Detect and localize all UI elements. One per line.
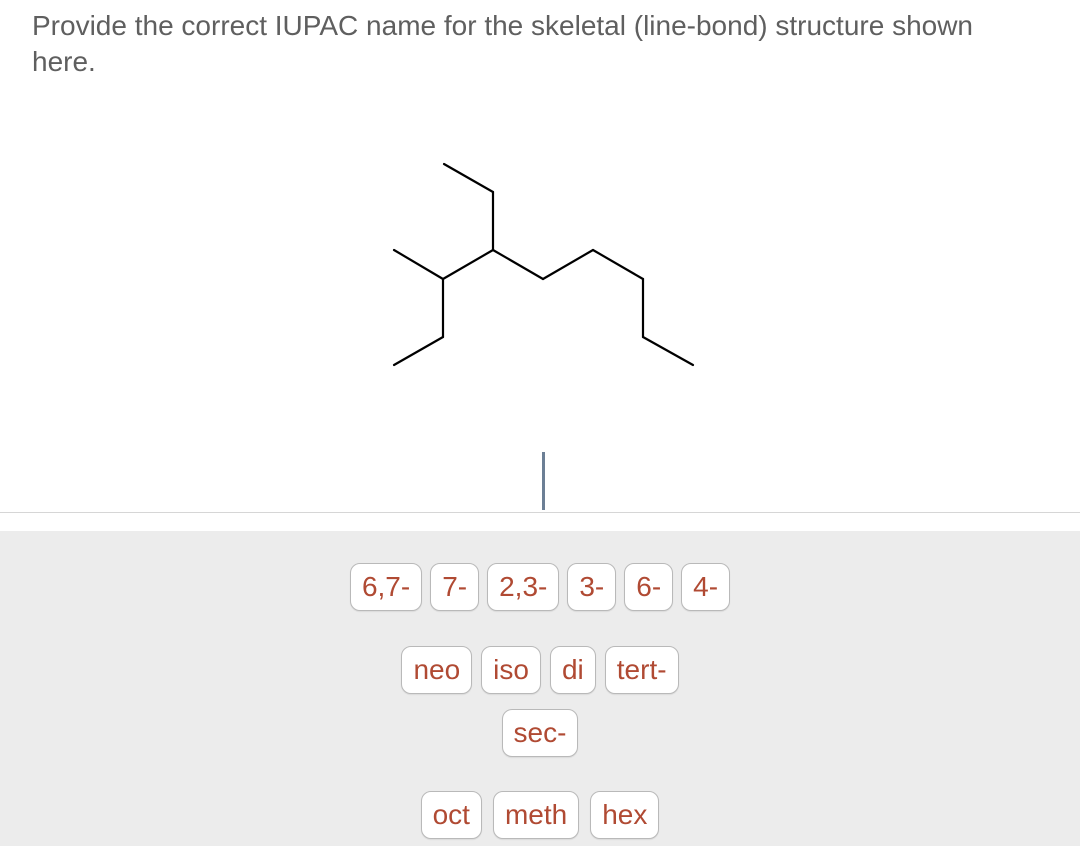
locant-tiles-row: 6,7- 7- 2,3- 3- 6- 4- (0, 563, 1080, 611)
answer-drop-area[interactable] (0, 440, 1080, 513)
tile-3[interactable]: 3- (567, 563, 617, 611)
tile-di[interactable]: di (549, 646, 596, 694)
tile-meth[interactable]: meth (492, 791, 580, 839)
tile-neo[interactable]: neo (401, 646, 473, 694)
tile-2-3[interactable]: 2,3- (487, 563, 560, 611)
tile-hex[interactable]: hex (590, 791, 660, 839)
tile-6[interactable]: 6- (624, 563, 674, 611)
tile-6-7[interactable]: 6,7- (349, 563, 423, 611)
tile-tray: 6,7- 7- 2,3- 3- 6- 4- neo iso di tert- s… (0, 531, 1080, 846)
bond (392, 248, 445, 281)
root-tiles-row: oct meth hex (0, 791, 1080, 839)
bond (641, 335, 695, 367)
tile-tert[interactable]: tert- (604, 646, 679, 694)
skeletal-structure (392, 162, 695, 367)
tile-7[interactable]: 7- (430, 563, 480, 611)
text-cursor (542, 452, 545, 510)
bond (591, 248, 645, 281)
bond (442, 162, 495, 194)
prefix-tiles-row-2: sec- (0, 709, 1080, 757)
bond (392, 335, 445, 367)
bond (491, 248, 545, 281)
bond (441, 248, 495, 281)
question-page: Provide the correct IUPAC name for the s… (0, 0, 1080, 846)
tile-sec[interactable]: sec- (501, 709, 579, 757)
bond (541, 248, 595, 281)
tile-iso[interactable]: iso (481, 646, 541, 694)
prefix-tiles-row: neo iso di tert- (0, 646, 1080, 694)
tile-4[interactable]: 4- (681, 563, 731, 611)
tile-oct[interactable]: oct (420, 791, 482, 839)
